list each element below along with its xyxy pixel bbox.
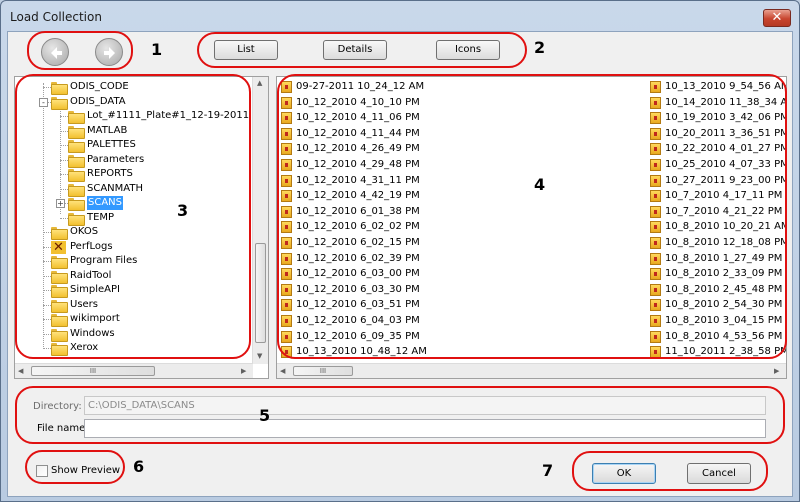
scroll-up-icon[interactable]: ▲ xyxy=(257,79,262,87)
tree-horizontal-scrollbar[interactable]: ◀ III ▶ xyxy=(15,363,253,378)
annotation-number-2: 2 xyxy=(534,38,546,57)
scroll-thumb[interactable] xyxy=(255,243,266,343)
annotation-number-7: 7 xyxy=(542,461,554,480)
scroll-right-icon[interactable]: ▶ xyxy=(241,367,246,375)
annotation-outline-6 xyxy=(25,450,125,484)
scroll-thumb[interactable]: III xyxy=(293,366,353,376)
annotation-number-6: 6 xyxy=(133,457,145,476)
annotation-outline-3 xyxy=(15,74,251,359)
scroll-right-icon[interactable]: ▶ xyxy=(774,367,779,375)
annotation-number-1: 1 xyxy=(151,40,163,59)
annotation-outline-5 xyxy=(15,386,785,444)
close-button[interactable]: ✕ xyxy=(763,9,791,27)
annotation-outline-1 xyxy=(27,31,133,70)
annotation-number-5: 5 xyxy=(259,406,271,425)
scroll-left-icon[interactable]: ◀ xyxy=(18,367,23,375)
scroll-down-icon[interactable]: ▼ xyxy=(257,352,262,360)
annotation-outline-7 xyxy=(572,451,768,491)
scroll-left-icon[interactable]: ◀ xyxy=(280,367,285,375)
window-title: Load Collection xyxy=(10,10,102,24)
load-collection-dialog: Load Collection ✕ List Details Icons ODI… xyxy=(0,0,800,502)
annotation-outline-2 xyxy=(197,32,527,68)
files-horizontal-scrollbar[interactable]: ◀ III ▶ xyxy=(277,363,786,378)
scroll-thumb[interactable]: III xyxy=(31,366,155,376)
tree-vertical-scrollbar[interactable]: ▲ ▼ xyxy=(252,77,268,364)
annotation-number-3: 3 xyxy=(177,201,189,220)
annotation-outline-4 xyxy=(277,74,787,359)
title-bar: Load Collection ✕ xyxy=(1,1,799,31)
annotation-number-4: 4 xyxy=(534,175,546,194)
